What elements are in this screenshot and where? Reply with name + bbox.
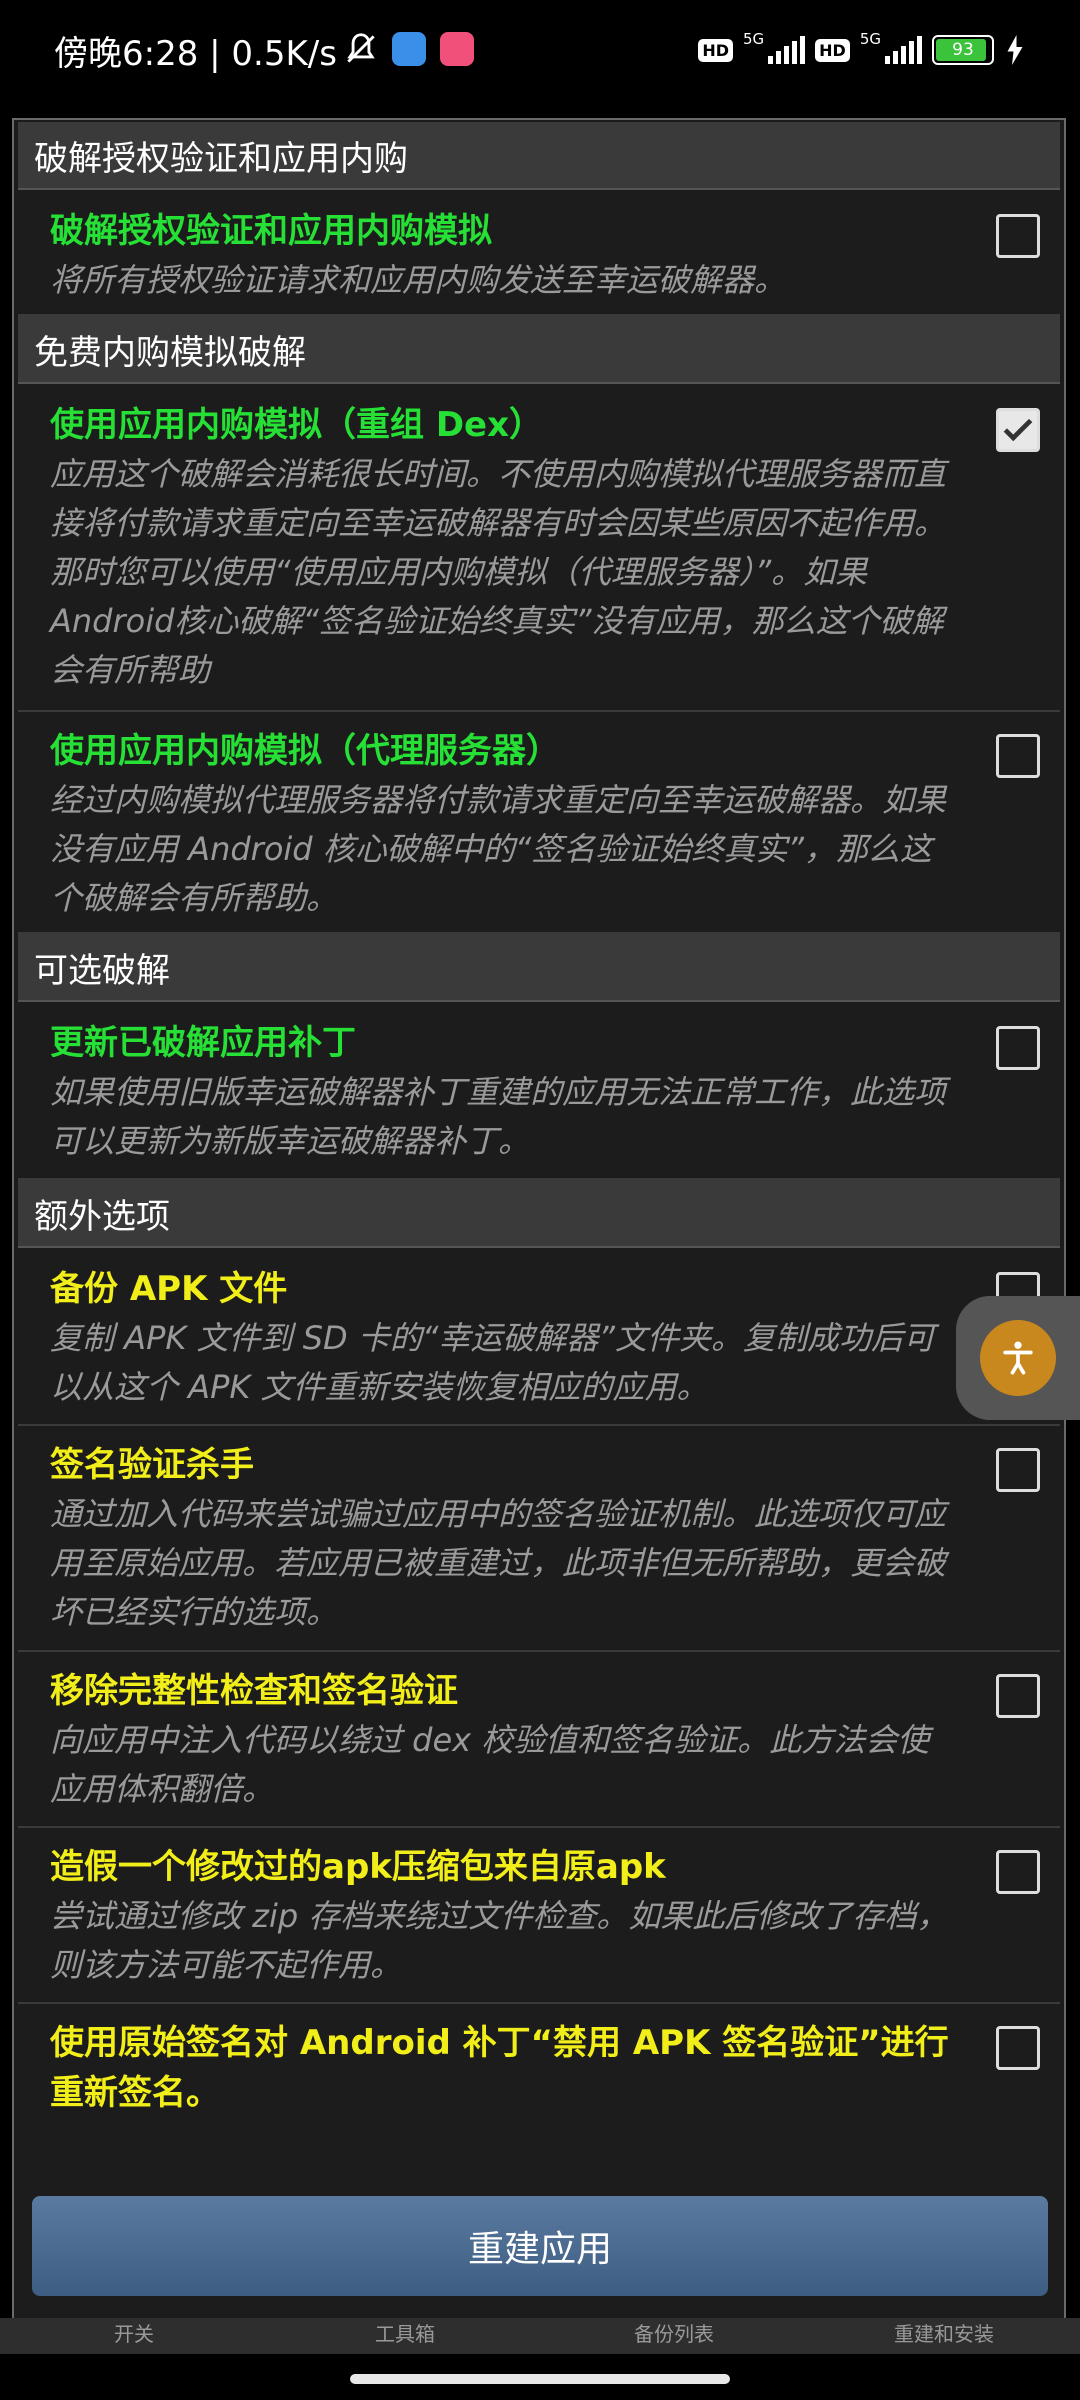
option-title: 使用应用内购模拟（代理服务器） (50, 731, 560, 771)
section-header-license: 破解授权验证和应用内购 (18, 122, 1060, 190)
signal-icon-2 (885, 36, 922, 64)
status-bar: 傍晚6:28 | 0.5K/s HD 5G HD 5G 93 (0, 0, 1080, 100)
hd-icon-2: HD (815, 38, 850, 62)
bilibili-app-icon (440, 32, 474, 66)
option-signature-killer[interactable]: 签名验证杀手 通过加入代码来尝试骗过应用中的签名验证机制。此选项仅可应用至原始应… (18, 1426, 1060, 1652)
option-iap-dex-rebuild[interactable]: 使用应用内购模拟（重组 Dex） 应用这个破解会消耗很长时间。不使用内购模拟代理… (18, 386, 1060, 712)
section-header-optional: 可选破解 (18, 934, 1060, 1002)
option-checkbox[interactable] (996, 734, 1040, 778)
hd-icon: HD (698, 38, 733, 62)
option-title: 破解授权验证和应用内购模拟 (50, 211, 492, 251)
option-resign-android-patch[interactable]: 使用原始签名对 Android 补丁“禁用 APK 签名验证”进行重新签名。 (18, 2004, 1060, 2134)
option-title: 使用应用内购模拟（重组 Dex） (50, 405, 544, 445)
accessibility-icon (1003, 1341, 1033, 1375)
tab-rebuild-install[interactable]: 重建和安装 (894, 2318, 994, 2347)
option-iap-proxy-server[interactable]: 使用应用内购模拟（代理服务器） 经过内购模拟代理服务器将付款请求重定向至幸运破解… (18, 712, 1060, 934)
option-description: 如果使用旧版幸运破解器补丁重建的应用无法正常工作，此选项可以更新为新版幸运破解器… (50, 1073, 947, 1160)
option-title: 备份 APK 文件 (50, 1269, 288, 1309)
option-checkbox[interactable] (996, 214, 1040, 258)
battery-level: 93 (952, 40, 974, 60)
option-remove-integrity-check[interactable]: 移除完整性检查和签名验证 向应用中注入代码以绕过 dex 校验值和签名验证。此方… (18, 1652, 1060, 1828)
option-title: 使用原始签名对 Android 补丁“禁用 APK 签名验证”进行重新签名。 (50, 2023, 949, 2113)
option-license-iap-emulation[interactable]: 破解授权验证和应用内购模拟 将所有授权验证请求和应用内购发送至幸运破解器。 (18, 192, 1060, 316)
option-fake-apk-zip[interactable]: 造假一个修改过的apk压缩包来自原apk 尝试通过修改 zip 存档来绕过文件检… (18, 1828, 1060, 2004)
option-checkbox-checked[interactable] (996, 408, 1040, 452)
option-title: 移除完整性检查和签名验证 (50, 1671, 458, 1711)
option-backup-apk[interactable]: 备份 APK 文件 复制 APK 文件到 SD 卡的“幸运破解器”文件夹。复制成… (18, 1250, 1060, 1426)
option-checkbox[interactable] (996, 1674, 1040, 1718)
tab-switches[interactable]: 开关 (114, 2318, 154, 2347)
section-header-extra: 额外选项 (18, 1180, 1060, 1248)
option-description: 向应用中注入代码以绕过 dex 校验值和签名验证。此方法会使应用体积翻倍。 (50, 1721, 930, 1808)
mute-bell-icon (347, 33, 375, 63)
battery-icon: 93 (932, 35, 994, 65)
network-type-2: 5G (859, 30, 881, 48)
option-description: 将所有授权验证请求和应用内购发送至幸运破解器。 (50, 261, 787, 299)
option-checkbox[interactable] (996, 2026, 1040, 2070)
rebuild-app-button[interactable]: 重建应用 (32, 2196, 1048, 2296)
option-checkbox[interactable] (996, 1850, 1040, 1894)
option-description: 复制 APK 文件到 SD 卡的“幸运破解器”文件夹。复制成功后可以从这个 AP… (50, 1319, 935, 1406)
tab-backup-list[interactable]: 备份列表 (634, 2318, 714, 2347)
status-time: 傍晚6:28 | 0.5K/s (54, 34, 337, 74)
option-title: 更新已破解应用补丁 (50, 1023, 356, 1063)
option-checkbox[interactable] (996, 1448, 1040, 1492)
home-indicator[interactable] (350, 2374, 730, 2384)
bottom-tab-bar: 开关 工具箱 备份列表 重建和安装 (0, 2318, 1080, 2354)
option-title: 造假一个修改过的apk压缩包来自原apk (50, 1847, 666, 1887)
charging-icon (1007, 35, 1023, 65)
tab-toolbox[interactable]: 工具箱 (375, 2318, 435, 2347)
option-title: 签名验证杀手 (50, 1445, 254, 1485)
section-header-iap: 免费内购模拟破解 (18, 316, 1060, 384)
option-description: 尝试通过修改 zip 存档来绕过文件检查。如果此后修改了存档，则该方法可能不起作… (50, 1897, 949, 1984)
option-description: 通过加入代码来尝试骗过应用中的签名验证机制。此选项仅可应用至原始应用。若应用已被… (50, 1495, 947, 1631)
signal-icon (768, 36, 806, 64)
patch-options-dialog: 破解授权验证和应用内购 破解授权验证和应用内购模拟 将所有授权验证请求和应用内购… (12, 118, 1066, 2320)
checkmark-icon (1003, 418, 1033, 442)
option-description: 经过内购模拟代理服务器将付款请求重定向至幸运破解器。如果没有应用 Android… (50, 781, 947, 917)
option-checkbox[interactable] (996, 1026, 1040, 1070)
network-type: 5G (742, 30, 765, 48)
weather-app-icon (392, 32, 426, 66)
floating-accessibility-button[interactable] (956, 1296, 1080, 1420)
option-update-patch[interactable]: 更新已破解应用补丁 如果使用旧版幸运破解器补丁重建的应用无法正常工作，此选项可以… (18, 1004, 1060, 1180)
option-description: 应用这个破解会消耗很长时间。不使用内购模拟代理服务器而直接将付款请求重定向至幸运… (50, 455, 947, 689)
